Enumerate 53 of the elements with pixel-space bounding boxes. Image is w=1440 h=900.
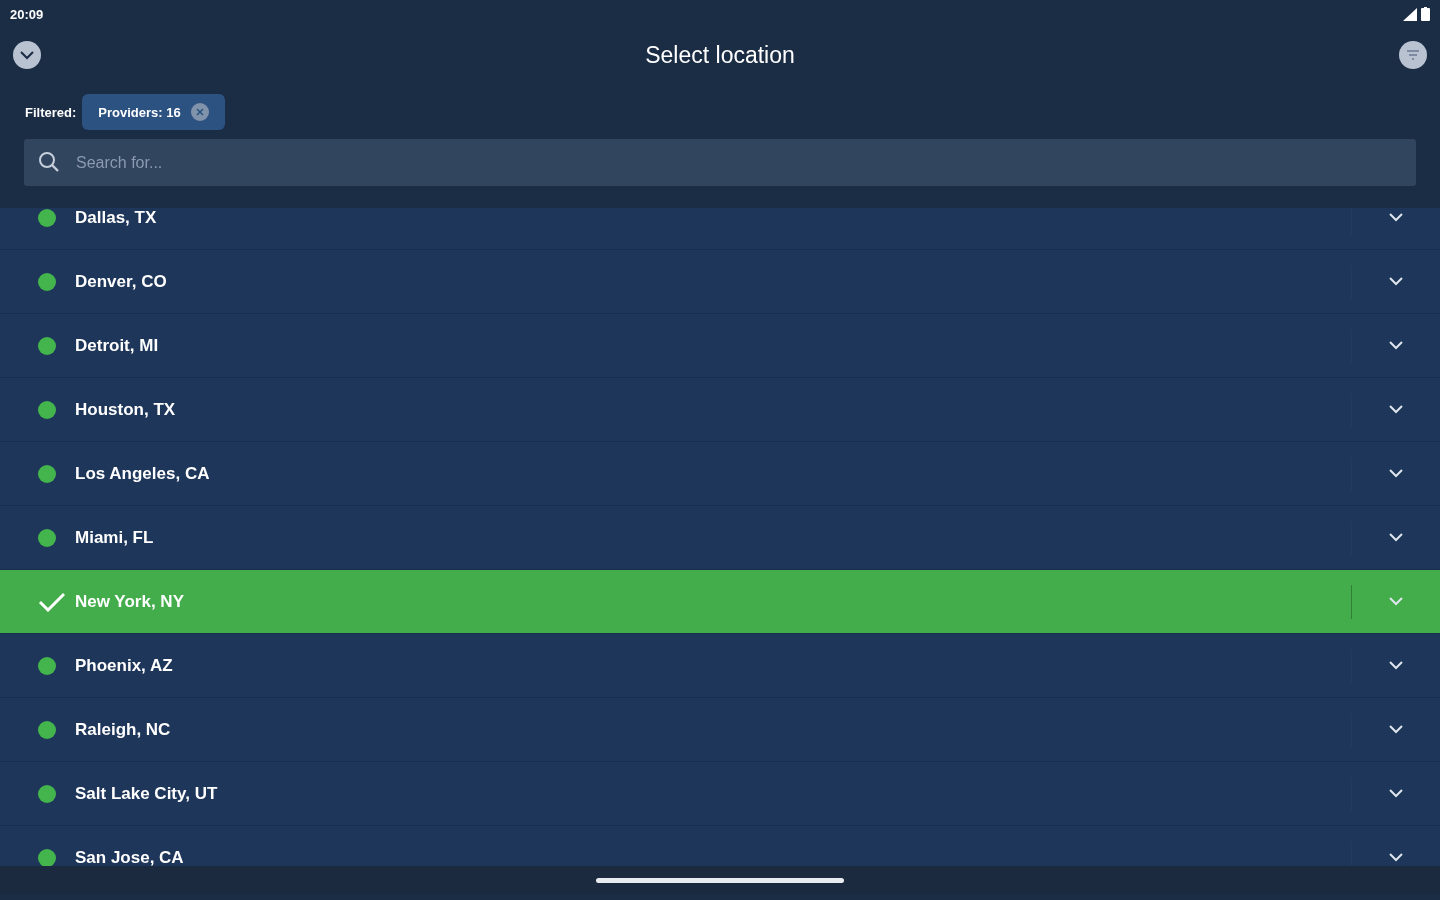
location-name: San Jose, CA (75, 847, 185, 866)
location-row[interactable]: Detroit, MI (0, 314, 1440, 378)
location-row[interactable]: Raleigh, NC (0, 698, 1440, 762)
location-name: Los Angeles, CA (75, 463, 211, 484)
chevron-down-icon[interactable] (1389, 469, 1403, 478)
signal-icon (1403, 7, 1417, 21)
location-name: Phoenix, AZ (75, 655, 174, 676)
chevron-down-icon[interactable] (1389, 213, 1403, 222)
chevron-down-icon[interactable] (1389, 853, 1403, 862)
chevron-down-icon[interactable] (1389, 405, 1403, 414)
battery-icon (1421, 7, 1430, 21)
location-row[interactable]: Dallas, TX (0, 208, 1440, 250)
filter-label: Filtered: (25, 104, 77, 120)
chevron-down-icon (20, 50, 34, 60)
location-name: Salt Lake City, UT (75, 783, 219, 804)
status-dot (38, 208, 56, 227)
location-name: Denver, CO (75, 271, 168, 292)
status-dot (38, 336, 56, 355)
location-name: Dallas, TX (75, 208, 158, 228)
status-time: 20:09 (10, 6, 44, 22)
location-row[interactable]: Houston, TX (0, 378, 1440, 442)
status-dot (38, 464, 56, 483)
chevron-down-icon[interactable] (1389, 725, 1403, 734)
filter-chip[interactable]: Providers: 16 (82, 94, 225, 130)
location-name: Miami, FL (75, 527, 155, 548)
status-dot (38, 784, 56, 803)
chevron-down-icon[interactable] (1389, 341, 1403, 350)
location-row[interactable]: Los Angeles, CA (0, 442, 1440, 506)
location-name: Detroit, MI (75, 335, 160, 356)
collapse-button[interactable] (13, 41, 41, 69)
check-icon (38, 591, 66, 612)
home-indicator[interactable] (596, 877, 844, 883)
chevron-down-icon[interactable] (1389, 277, 1403, 286)
status-dot (38, 848, 56, 866)
location-name: Houston, TX (75, 399, 177, 420)
chevron-down-icon[interactable] (1389, 789, 1403, 798)
status-dot (38, 400, 56, 419)
search-field[interactable]: Search for... (24, 139, 1416, 186)
location-name: Raleigh, NC (75, 719, 172, 740)
location-name: New York, NY (75, 591, 185, 612)
location-row[interactable]: Salt Lake City, UT (0, 762, 1440, 826)
status-dot (38, 272, 56, 291)
filter-button[interactable] (1399, 41, 1427, 69)
location-row[interactable]: Phoenix, AZ (0, 634, 1440, 698)
status-dot (38, 720, 56, 739)
location-row[interactable]: Denver, CO (0, 250, 1440, 314)
filter-icon (1406, 49, 1420, 61)
page-title: Select location (645, 41, 795, 69)
status-dot (38, 656, 56, 675)
status-dot (38, 528, 56, 547)
clear-icon[interactable] (190, 103, 209, 121)
chevron-down-icon[interactable] (1389, 661, 1403, 670)
chevron-down-icon[interactable] (1389, 533, 1403, 542)
